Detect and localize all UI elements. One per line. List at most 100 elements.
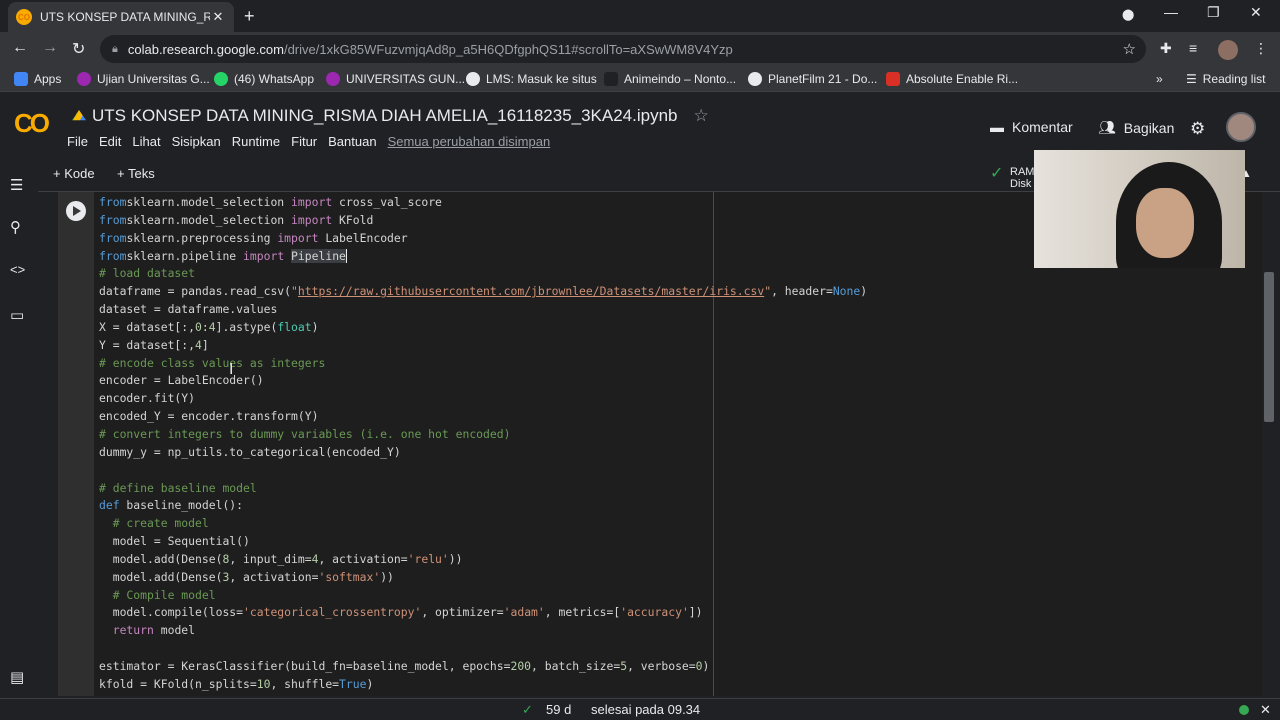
code-line[interactable]: model.add(Dense(8, input_dim=4, activati…: [99, 551, 867, 569]
code-token: ]: [201, 337, 209, 352]
code-line[interactable]: Y = dataset[:,4]: [99, 337, 867, 355]
reading-list-button[interactable]: ☰ Reading list: [1186, 72, 1265, 86]
browser-tab[interactable]: CO UTS KONSEP DATA MINING_RISM ✕: [8, 2, 234, 32]
code-token: def: [99, 498, 120, 513]
share-button[interactable]: 👥︎ Bagikan: [1098, 119, 1174, 136]
back-icon[interactable]: ←: [12, 39, 28, 57]
add-text-cell-button[interactable]: + Teks: [117, 166, 155, 181]
terminal-icon[interactable]: ▤: [10, 668, 24, 686]
close-tab-icon[interactable]: ✕: [210, 9, 226, 25]
bookmark-label: LMS: Masuk ke situs: [486, 72, 597, 86]
table-of-contents-icon[interactable]: ☰: [10, 176, 23, 194]
code-line[interactable]: X = dataset[:,0:4].astype(float): [99, 319, 867, 337]
menu-help[interactable]: Bantuan: [328, 134, 376, 149]
code-line[interactable]: # Compile model: [99, 587, 867, 605]
code-token: 200: [510, 658, 532, 673]
save-status-link[interactable]: Semua perubahan disimpan: [388, 134, 551, 149]
bookmark-label: PlanetFilm 21 - Do...: [768, 72, 878, 86]
code-line[interactable]: estimator = KerasClassifier(build_fn=bas…: [99, 658, 867, 676]
colab-favicon-icon: CO: [16, 9, 32, 25]
bookmark-absolute-enable[interactable]: Absolute Enable Ri...: [886, 72, 1018, 86]
code-line[interactable]: encoded_Y = encoder.transform(Y): [99, 408, 867, 426]
code-line[interactable]: return model: [99, 622, 867, 640]
code-text[interactable]: fromsklearn.model_selection import cross…: [99, 194, 867, 694]
address-bar[interactable]: 🔒︎ colab.research.google.com/drive/1xkG8…: [100, 35, 1146, 63]
user-avatar[interactable]: [1226, 112, 1256, 142]
code-token: 4: [195, 337, 202, 352]
extensions-icon[interactable]: ✚: [1160, 40, 1172, 57]
bookmarks-overflow-button[interactable]: »: [1156, 72, 1163, 86]
menu-tools[interactable]: Fitur: [291, 134, 317, 149]
minimize-icon[interactable]: —: [1164, 4, 1178, 20]
code-line[interactable]: fromsklearn.model_selection import cross…: [99, 194, 867, 212]
bookmark-star-icon[interactable]: ☆: [1123, 40, 1136, 58]
settings-gear-icon[interactable]: ⚙: [1190, 119, 1205, 139]
code-line[interactable]: fromsklearn.pipeline import Pipeline: [99, 248, 867, 266]
media-icon[interactable]: ≡: [1189, 40, 1197, 56]
tab-search-icon[interactable]: ⬤: [1122, 8, 1134, 21]
code-token: ): [311, 319, 319, 334]
search-icon[interactable]: ⚲: [10, 218, 21, 236]
menu-insert[interactable]: Sisipkan: [172, 134, 221, 149]
code-line[interactable]: encoder = LabelEncoder(): [99, 372, 867, 390]
code-line[interactable]: model.compile(loss='categorical_crossent…: [99, 604, 867, 622]
code-line[interactable]: kfold = KFold(n_splits=10, shuffle=True): [99, 676, 867, 694]
run-cell-button[interactable]: [66, 201, 86, 221]
code-line[interactable]: model.add(Dense(3, activation='softmax')…: [99, 569, 867, 587]
code-line[interactable]: # define baseline model: [99, 480, 867, 498]
menu-view[interactable]: Lihat: [132, 134, 160, 149]
code-line[interactable]: # load dataset: [99, 265, 867, 283]
code-token: encoder = LabelEncoder(): [99, 373, 264, 388]
new-tab-button[interactable]: +: [244, 6, 255, 27]
menu-runtime[interactable]: Runtime: [232, 134, 280, 149]
code-token: )): [448, 551, 463, 566]
code-line[interactable]: [99, 640, 867, 658]
restore-icon[interactable]: ❐: [1207, 4, 1220, 21]
bookmark-universitas[interactable]: UNIVERSITAS GUN...: [326, 72, 465, 86]
star-notebook-icon[interactable]: ☆: [694, 106, 709, 126]
code-line[interactable]: dummy_y = np_utils.to_categorical(encode…: [99, 444, 867, 462]
code-line[interactable]: encoder.fit(Y): [99, 390, 867, 408]
window-close-icon[interactable]: ✕: [1250, 4, 1262, 21]
code-snippets-icon[interactable]: <>: [10, 262, 25, 277]
reload-icon[interactable]: ↻: [72, 39, 85, 59]
menu-edit[interactable]: Edit: [99, 134, 121, 149]
files-folder-icon[interactable]: ▭: [10, 306, 24, 324]
code-line[interactable]: fromsklearn.preprocessing import LabelEn…: [99, 230, 867, 248]
code-token: dataset = dataframe.values: [99, 302, 278, 317]
code-line[interactable]: # create model: [99, 515, 867, 533]
code-line[interactable]: model = Sequential(): [99, 533, 867, 551]
notebook-title[interactable]: UTS KONSEP DATA MINING_RISMA DIAH AMELIA…: [92, 106, 678, 126]
profile-avatar[interactable]: [1218, 40, 1238, 60]
code-token: sklearn.pipeline: [126, 248, 244, 263]
bookmark-lms[interactable]: LMS: Masuk ke situs: [466, 72, 597, 86]
bookmark-ujian[interactable]: Ujian Universitas G...: [77, 72, 210, 86]
tab-title: UTS KONSEP DATA MINING_RISM: [40, 10, 210, 24]
code-line[interactable]: dataframe = pandas.read_csv("https://raw…: [99, 283, 867, 301]
bookmark-whatsapp[interactable]: (46) WhatsApp: [214, 72, 314, 86]
code-token: sklearn.model_selection: [126, 195, 292, 209]
colab-logo[interactable]: CO: [14, 108, 50, 139]
colab-header: CO UTS KONSEP DATA MINING_RISMA DIAH AME…: [0, 92, 1280, 158]
forward-icon[interactable]: →: [42, 39, 58, 57]
disk-label: Disk: [1010, 178, 1032, 190]
menu-file[interactable]: File: [67, 134, 88, 149]
add-code-cell-button[interactable]: + Kode: [53, 166, 95, 181]
bookmark-apps[interactable]: Apps: [14, 72, 61, 86]
code-line[interactable]: fromsklearn.model_selection import KFold: [99, 212, 867, 230]
bookmark-planetfilm[interactable]: PlanetFilm 21 - Do...: [748, 72, 877, 86]
code-token: :: [201, 319, 209, 334]
bookmark-animeindo[interactable]: Animeindo – Nonto...: [604, 72, 736, 86]
code-token: 'adam': [503, 605, 545, 620]
code-line[interactable]: def baseline_model():: [99, 497, 867, 515]
comment-button[interactable]: ▬ Komentar: [990, 119, 1073, 135]
status-close-icon[interactable]: ✕: [1260, 702, 1271, 718]
vertical-scrollbar[interactable]: [1264, 272, 1274, 422]
code-line[interactable]: # encode class values as integers: [99, 355, 867, 373]
browser-menu-icon[interactable]: ⋮: [1254, 40, 1268, 57]
webcam-person-face: [1136, 188, 1194, 258]
whatsapp-icon: [214, 72, 228, 86]
code-line[interactable]: # convert integers to dummy variables (i…: [99, 426, 867, 444]
code-line[interactable]: dataset = dataframe.values: [99, 301, 867, 319]
code-line[interactable]: [99, 462, 867, 480]
